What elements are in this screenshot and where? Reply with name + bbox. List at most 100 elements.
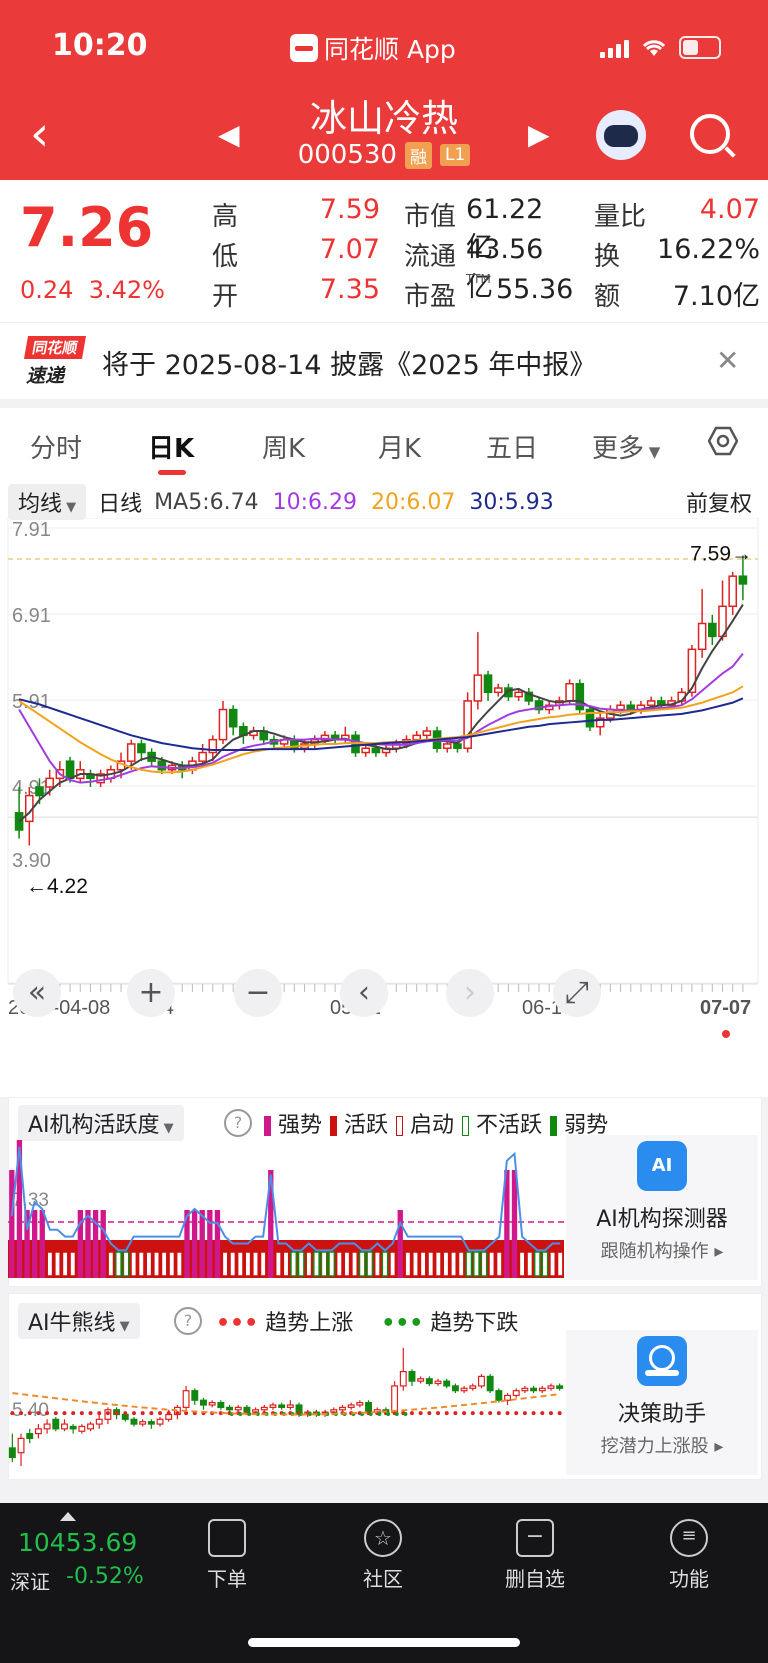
chevron-down-icon: ▼ [159,1121,174,1136]
activity-bar [526,1251,534,1277]
app-logo-icon [290,34,318,62]
help-icon[interactable]: ? [174,1307,202,1335]
nav-functions[interactable]: ≡ 功能 [644,1513,734,1592]
scroll-right-button[interactable]: › [446,969,494,1017]
trend-dot-up [175,1411,180,1416]
legend-up-label: 趋势上涨 [265,1311,354,1336]
adjust-mode[interactable]: 前复权 [686,486,752,518]
nav-order[interactable]: 下单 [182,1513,272,1592]
stock-code-row: 000530 融 L1 [0,140,768,170]
trend-dot-up [149,1411,154,1416]
tab-monthly-k[interactable]: 月K [378,428,421,465]
mini-candle-body [538,1387,546,1392]
legend-strong: 强势 [264,1107,322,1139]
activity-bar [85,1210,91,1278]
trend-dot-up [36,1411,41,1416]
ai-bull-select[interactable]: AI牛熊线 ▼ [18,1303,140,1339]
mini-candle-body [556,1385,564,1389]
search-icon[interactable] [690,114,730,154]
activity-bar [274,1251,282,1277]
mini-candle-body [356,1402,364,1406]
nav-remove-watchlist[interactable]: − 删自选 [490,1513,580,1592]
notice-logo: 同花顺 速递 [23,336,87,388]
mini-candle-body [469,1385,477,1389]
open-label: 开 [212,282,239,312]
index-value[interactable]: 10453.69 [18,1528,137,1557]
chevron-down-icon: ▼ [644,443,661,461]
mini-candle-body [417,1378,425,1382]
trend-dot-up [505,1411,510,1416]
status-time: 10:20 [52,28,148,63]
zoom-out-far-button[interactable]: « [13,969,61,1017]
tab-daily-k[interactable]: 日K [148,428,194,465]
candle-body [728,575,738,608]
ma-row: 均线 ▼ 日线 MA5:6.74 10:6.29 20:6.07 30:5.93 [8,484,554,520]
trend-dot-up [462,1411,467,1416]
menu-icon: ≡ [670,1519,708,1557]
activity-bar [130,1251,138,1277]
mini-candle-body [182,1390,190,1408]
legend-inactive-label: 不活跃 [476,1113,543,1138]
trend-dot-up [479,1411,484,1416]
nav-community[interactable]: ☆ 社区 [338,1513,428,1592]
trend-dot-up [45,1411,50,1416]
legend-active: 活跃 [330,1107,388,1139]
help-icon[interactable]: ? [224,1109,252,1137]
mini-candle-body [121,1413,129,1420]
robot-assistant-icon[interactable] [596,110,646,160]
activity-bar [145,1251,153,1277]
activity-bar [9,1170,15,1278]
decision-assistant-card[interactable]: 决策助手 挖潜力上涨股 ▸ [566,1330,758,1475]
zoom-in-button[interactable]: + [127,969,175,1017]
signal-icon [600,38,629,58]
mini-candle-body [17,1437,25,1454]
activity-bar [427,1251,435,1277]
ma30-value: 30:5.93 [469,489,554,515]
minus-icon: − [516,1519,554,1557]
activity-bar [115,1251,122,1277]
legend-swatch [396,1116,404,1136]
mini-candle-body [147,1421,155,1425]
activity-bar [488,1251,496,1277]
mini-candle-body [504,1394,511,1401]
mini-candle-body [425,1378,433,1385]
settings-icon[interactable] [708,426,738,456]
tab-more[interactable]: 更多 ▼ [592,428,660,465]
trend-dot-down [307,1412,312,1417]
candle-body [228,708,238,728]
legend-swatch [462,1116,470,1136]
pe-value: 55.36 [496,274,574,305]
mini-candle-body [391,1385,399,1413]
chevron-down-icon: ▼ [62,500,77,515]
notice-logo-top: 同花顺 [23,336,87,359]
mini-candle-body [226,1406,233,1411]
mini-candle-body [43,1423,51,1430]
candle-body [514,691,523,698]
mini-candle-body [530,1387,538,1392]
activity-bar [244,1251,252,1277]
zoom-out-button[interactable]: − [234,969,282,1017]
kline-chart[interactable]: 7.916.915.914.913.907.59→←4.222025-04-08… [0,518,768,1048]
tab-five-day[interactable]: 五日 [486,428,538,465]
scroll-left-button[interactable]: ‹ [340,969,388,1017]
ai-detector-card[interactable]: AI AI机构探测器 跟随机构操作 ▸ [566,1135,758,1280]
mini-candle-body [69,1425,77,1430]
expand-up-icon[interactable] [60,1512,76,1521]
activity-bar [397,1210,403,1278]
wifi-icon [642,39,666,56]
latest-dot [722,1030,730,1038]
ma5-line [18,604,744,823]
tab-intraday[interactable]: 分时 [30,428,82,465]
mini-candle-body [269,1404,277,1408]
activity-bar [168,1251,176,1277]
trend-dot-up [522,1411,527,1416]
mini-candle-body [512,1390,520,1397]
trend-dot-down [247,1412,252,1417]
activity-bar [480,1251,488,1277]
ai-activity-select[interactable]: AI机构活跃度 ▼ [18,1105,184,1141]
turnover-label: 换 [594,242,621,272]
tab-weekly-k[interactable]: 周K [262,428,305,465]
ma-select[interactable]: 均线 ▼ [8,484,87,520]
close-icon[interactable]: ✕ [716,344,739,377]
fullscreen-button[interactable]: ⤢ [553,969,601,1017]
